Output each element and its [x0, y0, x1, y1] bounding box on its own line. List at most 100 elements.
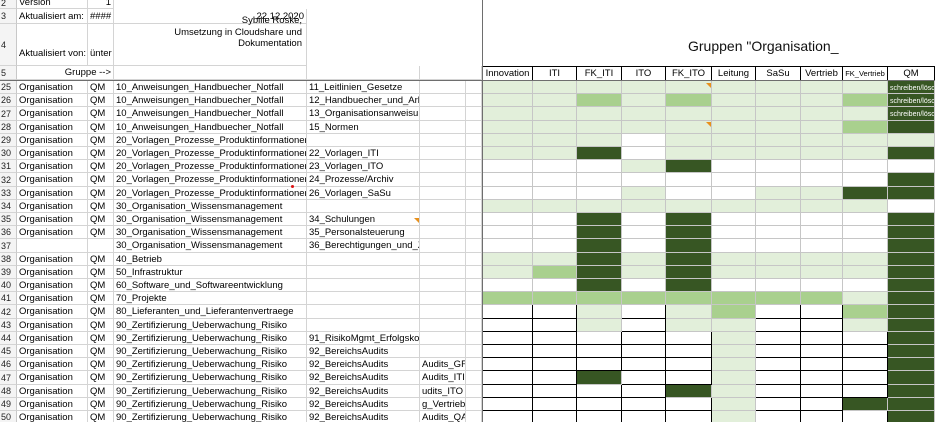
- permission-cell[interactable]: [756, 292, 801, 305]
- permission-cell[interactable]: [577, 94, 622, 107]
- column-header-iti[interactable]: ITI: [533, 66, 577, 81]
- cell-b[interactable]: QM: [88, 398, 114, 411]
- permission-cell[interactable]: [666, 371, 712, 385]
- updated-by-note[interactable]: Sybille Roske, Umsetzung in Cloudshare un…: [114, 15, 307, 66]
- comment-indicator-icon[interactable]: [706, 122, 711, 127]
- updated-on-hash[interactable]: ####: [88, 9, 114, 24]
- permission-cell[interactable]: [888, 332, 935, 345]
- permission-cell[interactable]: [533, 292, 577, 305]
- cell-gap[interactable]: [466, 81, 482, 94]
- cell-d[interactable]: [307, 134, 420, 147]
- permission-cell[interactable]: [888, 358, 935, 371]
- cell-b[interactable]: QM: [88, 319, 114, 332]
- permission-cell[interactable]: [801, 239, 843, 253]
- permission-cell[interactable]: [888, 239, 935, 253]
- cell-a[interactable]: Organisation: [17, 371, 88, 385]
- cell-d[interactable]: 15_Normen: [307, 121, 420, 134]
- permission-cell[interactable]: [888, 226, 935, 239]
- cell-gap[interactable]: [466, 305, 482, 319]
- permission-cell[interactable]: [666, 266, 712, 279]
- row-header[interactable]: 30: [0, 147, 17, 160]
- column-header-qm[interactable]: QM: [888, 66, 935, 81]
- permission-cell[interactable]: [801, 332, 843, 345]
- permission-cell[interactable]: [888, 173, 935, 187]
- row-header[interactable]: 43: [0, 319, 17, 332]
- permission-cell[interactable]: [666, 173, 712, 187]
- permission-cell[interactable]: [533, 107, 577, 121]
- cell-e[interactable]: [420, 213, 466, 226]
- column-header-fk_ito[interactable]: FK_ITO: [666, 66, 712, 81]
- cell-d[interactable]: 91_RisikoMgmt_Erfolgskontrolle_Kennzahle…: [307, 332, 420, 345]
- cell-b[interactable]: QM: [88, 200, 114, 213]
- permission-cell[interactable]: [533, 226, 577, 239]
- cell-a[interactable]: Organisation: [17, 319, 88, 332]
- cell-b[interactable]: QM: [88, 226, 114, 239]
- permission-cell[interactable]: [666, 226, 712, 239]
- permission-cell[interactable]: schreiben/lösc: [888, 94, 935, 107]
- row-header[interactable]: 37: [0, 239, 17, 253]
- row-header[interactable]: 41: [0, 292, 17, 305]
- permission-cell[interactable]: [533, 332, 577, 345]
- cell-a[interactable]: Organisation: [17, 121, 88, 134]
- cell-d[interactable]: 24_Prozesse/Archiv: [307, 173, 420, 187]
- cell-e[interactable]: [420, 253, 466, 266]
- permission-cell[interactable]: [482, 371, 533, 385]
- cell-b[interactable]: QM: [88, 121, 114, 134]
- permission-cell[interactable]: [666, 94, 712, 107]
- permission-cell[interactable]: [843, 332, 888, 345]
- permission-cell[interactable]: [533, 279, 577, 292]
- permission-cell[interactable]: [622, 292, 666, 305]
- permission-cell[interactable]: [666, 134, 712, 147]
- cell-c[interactable]: 20_Vorlagen_Prozesse_Produktinformatione…: [114, 134, 307, 147]
- permission-cell[interactable]: [622, 121, 666, 134]
- permission-cell[interactable]: [756, 279, 801, 292]
- permission-cell[interactable]: [843, 226, 888, 239]
- permission-cell[interactable]: [622, 107, 666, 121]
- permission-cell[interactable]: [666, 292, 712, 305]
- column-header-leitung[interactable]: Leitung: [712, 66, 756, 81]
- permission-cell[interactable]: [888, 305, 935, 319]
- permission-cell[interactable]: [843, 398, 888, 411]
- cell-c[interactable]: 10_Anweisungen_Handbuecher_Notfall: [114, 81, 307, 94]
- cell-e[interactable]: [420, 305, 466, 319]
- cell-c[interactable]: 90_Zertifizierung_Ueberwachung_Risiko: [114, 398, 307, 411]
- permission-cell[interactable]: [482, 292, 533, 305]
- permission-cell[interactable]: [843, 279, 888, 292]
- permission-cell[interactable]: [666, 319, 712, 332]
- row-header[interactable]: 36: [0, 226, 17, 239]
- cell-c[interactable]: 90_Zertifizierung_Ueberwachung_Risiko: [114, 332, 307, 345]
- permission-cell[interactable]: [712, 107, 756, 121]
- permission-cell[interactable]: [577, 107, 622, 121]
- cell-e[interactable]: [420, 345, 466, 358]
- permission-cell[interactable]: [577, 121, 622, 134]
- cell-c[interactable]: 20_Vorlagen_Prozesse_Produktinformatione…: [114, 147, 307, 160]
- cell-e[interactable]: [420, 107, 466, 121]
- cell-e[interactable]: Audits_GF: [420, 358, 466, 371]
- row5-empty[interactable]: [420, 66, 482, 80]
- permission-cell[interactable]: [801, 94, 843, 107]
- row-header[interactable]: 42: [0, 305, 17, 319]
- cell-e[interactable]: [420, 134, 466, 147]
- permission-cell[interactable]: [622, 279, 666, 292]
- permission-cell[interactable]: [801, 345, 843, 358]
- row-header[interactable]: 47: [0, 371, 17, 385]
- permission-cell[interactable]: [801, 147, 843, 160]
- permission-cell[interactable]: [843, 187, 888, 200]
- permission-cell[interactable]: [843, 121, 888, 134]
- permission-cell[interactable]: [622, 160, 666, 173]
- cell-c[interactable]: 10_Anweisungen_Handbuecher_Notfall: [114, 107, 307, 121]
- permission-cell[interactable]: [756, 411, 801, 422]
- cell-d[interactable]: 36_Berechtigungen_und_Zutrittskontrolle: [307, 239, 420, 253]
- cell-a[interactable]: Organisation: [17, 398, 88, 411]
- cell-gap[interactable]: [466, 173, 482, 187]
- permission-cell[interactable]: [712, 147, 756, 160]
- cell-e[interactable]: [420, 332, 466, 345]
- cell-gap[interactable]: [466, 213, 482, 226]
- cell-a[interactable]: Organisation: [17, 107, 88, 121]
- cell-c[interactable]: 90_Zertifizierung_Ueberwachung_Risiko: [114, 385, 307, 398]
- permission-cell[interactable]: [756, 121, 801, 134]
- permission-cell[interactable]: [533, 371, 577, 385]
- permission-cell[interactable]: [888, 187, 935, 200]
- permission-cell[interactable]: [712, 200, 756, 213]
- permission-cell[interactable]: [482, 160, 533, 173]
